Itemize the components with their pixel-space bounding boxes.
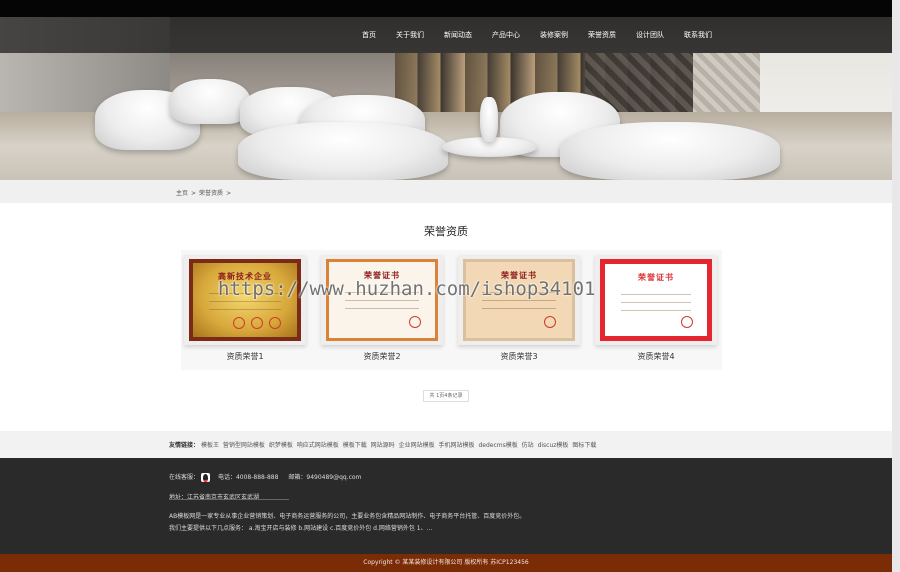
honor-image-frame[interactable]: 荣誉证书 (458, 255, 580, 345)
honor-caption[interactable]: 资质荣誉4 (592, 351, 720, 362)
qq-icon[interactable] (201, 473, 211, 482)
footer-contact-row: 在线客服： 电话：4008-888-888 邮箱：9490489@qq.com (169, 472, 361, 482)
friend-link[interactable]: 模板下载 (343, 442, 367, 449)
pagination-info: 共 1页4条记录 (423, 390, 469, 402)
nav-item-cases[interactable]: 装修案例 (530, 30, 578, 40)
certificate-line (482, 300, 556, 301)
breadcrumb-current[interactable]: 荣誉资质 (199, 190, 223, 197)
friend-link[interactable]: 企业网站模板 (399, 442, 435, 449)
breadcrumb-separator: > (191, 190, 197, 197)
certificate-line (209, 309, 281, 310)
seal-icon (409, 316, 421, 328)
honor-image-frame[interactable]: 高新技术企业 (184, 255, 306, 345)
friend-links: 友情链接： 模板王 营销型网站模板 织梦模板 响应式网站模板 模板下载 网站源码… (169, 440, 598, 449)
site-footer: 在线客服： 电话：4008-888-888 邮箱：9490489@qq.com … (0, 458, 892, 554)
footer-description-line: AB模板网是一家专业从事企业营销策划、电子商务运营服务的公司，主要业务包含精品网… (169, 513, 526, 520)
seal-icon (269, 317, 281, 329)
nav-item-products[interactable]: 产品中心 (482, 30, 530, 40)
seal-icon (681, 316, 693, 328)
seal-icon (544, 316, 556, 328)
nav-item-team[interactable]: 设计团队 (626, 30, 674, 40)
friend-link[interactable]: 营销型网站模板 (223, 442, 265, 449)
honor-card[interactable]: 荣誉证书 资质荣誉2 (318, 250, 446, 368)
hero-chair (170, 79, 250, 124)
breadcrumb-separator: > (226, 190, 232, 197)
friend-link[interactable]: 图标下载 (572, 442, 596, 449)
copyright-bar: Copyright © 某某装修设计有限公司 版权所有 苏ICP123456 (0, 554, 892, 572)
friend-link[interactable]: 手机网站模板 (439, 442, 475, 449)
seal-icon (233, 317, 245, 329)
certificate-line (621, 294, 691, 295)
breadcrumb-bar: 主页 > 荣誉资质 > (0, 180, 892, 203)
friend-link[interactable]: 网站源码 (371, 442, 395, 449)
footer-divider (169, 499, 289, 500)
hero-chair (238, 122, 448, 180)
friend-link[interactable]: 响应式网站模板 (297, 442, 339, 449)
honor-card[interactable]: 荣誉证书 资质荣誉3 (455, 250, 583, 368)
top-black-bar (0, 0, 892, 17)
honor-caption[interactable]: 资质荣誉2 (318, 351, 446, 362)
honor-card[interactable]: 荣誉证书 资质荣誉4 (592, 250, 720, 368)
hero-chair (560, 122, 780, 180)
nav-menu: 首页 关于我们 新闻动态 产品中心 装修案例 荣誉资质 设计团队 联系我们 (352, 17, 722, 53)
honor-gallery: 高新技术企业 资质荣誉1 荣誉证书 资质荣誉2 荣誉证书 资质荣誉3 荣誉证书 … (181, 250, 722, 370)
footer-email: 邮箱：9490489@qq.com (288, 474, 362, 481)
main-content: 荣誉资质 高新技术企业 资质荣誉1 荣誉证书 资质荣誉2 荣誉证书 资质荣誉3 … (0, 203, 892, 431)
certificate-image: 荣誉证书 (326, 259, 438, 341)
page-title: 荣誉资质 (424, 225, 468, 238)
certificate-image: 高新技术企业 (189, 259, 301, 341)
friend-link[interactable]: discuz模板 (538, 442, 569, 449)
footer-description-line: 我们主要提供以下几点服务： a.淘宝开店与装修 b.网站建设 c.百度竞价外包 … (169, 525, 433, 532)
seal-icon (251, 317, 263, 329)
certificate-line (621, 302, 691, 303)
nav-item-honors[interactable]: 荣誉资质 (578, 30, 626, 40)
certificate-line (209, 301, 281, 302)
breadcrumb-home[interactable]: 主页 (176, 190, 188, 197)
certificate-line (345, 300, 419, 301)
nav-item-contact[interactable]: 联系我们 (674, 30, 722, 40)
hero-vase (480, 97, 498, 142)
watermark-text: https://www.huzhan.com/ishop34101 (218, 278, 596, 300)
footer-phone: 电话：4008-888-888 (217, 474, 279, 481)
certificate-line (482, 308, 556, 309)
friend-link[interactable]: 仿站 (522, 442, 534, 449)
honor-image-frame[interactable]: 荣誉证书 (321, 255, 443, 345)
friend-link[interactable]: dedecms模板 (478, 442, 517, 449)
certificate-title: 荣誉证书 (638, 273, 674, 282)
scrollbar[interactable] (892, 0, 900, 572)
honor-caption[interactable]: 资质荣誉3 (455, 351, 583, 362)
honor-caption[interactable]: 资质荣誉1 (181, 351, 309, 362)
nav-item-home[interactable]: 首页 (352, 30, 386, 40)
friend-links-label: 友情链接： (169, 442, 200, 449)
certificate-line (345, 308, 419, 309)
certificate-image: 荣誉证书 (600, 259, 712, 341)
friend-link[interactable]: 模板王 (201, 442, 219, 449)
online-service-label: 在线客服： (169, 474, 200, 481)
main-navigation: 首页 关于我们 新闻动态 产品中心 装修案例 荣誉资质 设计团队 联系我们 (0, 17, 892, 53)
breadcrumb: 主页 > 荣誉资质 > (176, 188, 234, 197)
friend-links-bar: 友情链接： 模板王 营销型网站模板 织梦模板 响应式网站模板 模板下载 网站源码… (0, 431, 892, 458)
nav-item-news[interactable]: 新闻动态 (434, 30, 482, 40)
nav-item-about[interactable]: 关于我们 (386, 30, 434, 40)
honor-card[interactable]: 高新技术企业 资质荣誉1 (181, 250, 309, 368)
certificate-line (621, 310, 691, 311)
honor-image-frame[interactable]: 荣誉证书 (595, 255, 717, 345)
certificate-image: 荣誉证书 (463, 259, 575, 341)
friend-link[interactable]: 织梦模板 (269, 442, 293, 449)
